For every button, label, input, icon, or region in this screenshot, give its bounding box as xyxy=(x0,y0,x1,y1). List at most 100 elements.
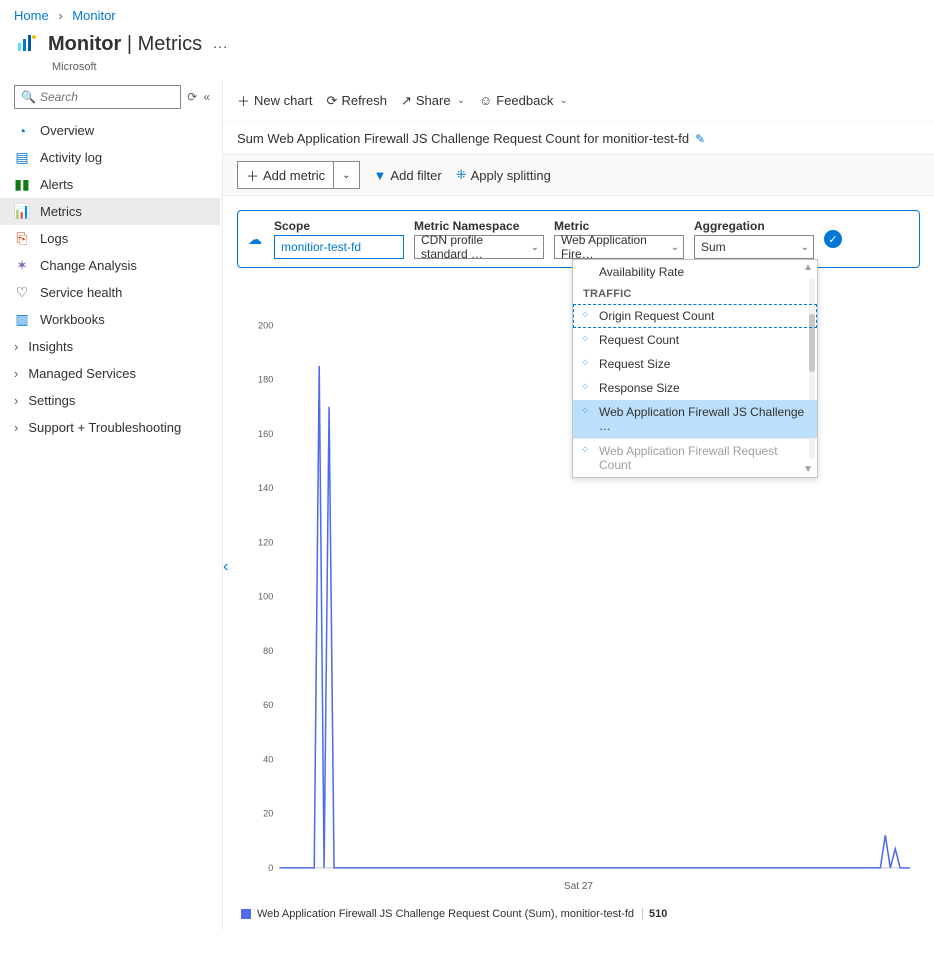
nav-activity-log[interactable]: ▤Activity log xyxy=(0,144,220,171)
x-axis-label: Sat 27 xyxy=(237,881,920,892)
legend-value: 510 xyxy=(642,908,667,920)
change-icon: ✶ xyxy=(14,258,30,274)
metric-opt-request-count[interactable]: ⁘Request Count xyxy=(573,328,817,352)
more-button[interactable]: … xyxy=(212,35,228,53)
confirm-check-icon[interactable]: ✓ xyxy=(824,230,842,248)
nav-insights[interactable]: ›Insights xyxy=(0,333,220,360)
metric-config-bar: ☁ Scope Metric Namespace CDN profile sta… xyxy=(237,210,920,268)
plus-icon: ＋ xyxy=(237,91,250,110)
chevron-down-icon: ⌄ xyxy=(457,95,465,106)
chart-collapse-button[interactable]: ‹ xyxy=(223,558,228,576)
chevron-down-icon: ⌄ xyxy=(531,242,539,253)
search-input[interactable] xyxy=(40,90,174,104)
chevron-down-icon: ⌄ xyxy=(671,242,679,253)
nav-list: ◔Overview ▤Activity log ▮▮Alerts 📊Metric… xyxy=(0,117,220,441)
refresh-button[interactable]: ⟳Refresh xyxy=(327,93,387,109)
svg-text:180: 180 xyxy=(258,375,273,385)
metric-label: Metric xyxy=(554,219,684,233)
pin-icon[interactable]: ⟳ xyxy=(187,90,197,104)
metric-dropdown-panel: ▲ Availability Rate TRAFFIC ⁘Origin Requ… xyxy=(572,259,818,478)
chart-toolbar: ＋New chart ⟳Refresh ↗Share⌄ ☺Feedback⌄ xyxy=(223,81,934,121)
nav-support[interactable]: ›Support + Troubleshooting xyxy=(0,414,220,441)
edit-title-button[interactable]: ✎ xyxy=(695,132,705,146)
plus-icon: ＋ xyxy=(246,166,259,185)
cloud-icon: ☁ xyxy=(248,231,262,248)
title-main: Monitor xyxy=(48,33,121,55)
collapse-icon[interactable]: « xyxy=(203,90,210,104)
refresh-icon: ⟳ xyxy=(327,93,338,109)
add-metric-dropdown[interactable]: ⌄ xyxy=(334,162,358,188)
nav-managed-services[interactable]: ›Managed Services xyxy=(0,360,220,387)
breadcrumb-home[interactable]: Home xyxy=(14,8,49,23)
legend-text: Web Application Firewall JS Challenge Re… xyxy=(257,908,634,920)
legend-swatch xyxy=(241,909,251,919)
scatter-icon: ⁘ xyxy=(581,334,589,345)
breadcrumb-monitor[interactable]: Monitor xyxy=(72,8,115,23)
splitting-icon: ⁜ xyxy=(456,167,467,183)
chart-legend: Web Application Firewall JS Challenge Re… xyxy=(223,908,934,920)
page-title: Monitor | Metrics xyxy=(48,33,202,56)
feedback-button[interactable]: ☺Feedback⌄ xyxy=(479,93,568,108)
chevron-down-icon: ⌄ xyxy=(801,242,809,253)
svg-text:80: 80 xyxy=(263,646,273,656)
scope-label: Scope xyxy=(274,219,404,233)
chevron-right-icon: › xyxy=(14,393,18,408)
chevron-right-icon: › xyxy=(14,339,18,354)
monitor-logo-icon xyxy=(14,31,40,57)
namespace-select[interactable]: CDN profile standard …⌄ xyxy=(414,235,544,259)
svg-text:40: 40 xyxy=(263,754,273,764)
activity-log-icon: ▤ xyxy=(14,150,30,166)
metric-opt-origin-request-count[interactable]: ⁘Origin Request Count xyxy=(573,304,817,328)
svg-text:60: 60 xyxy=(263,700,273,710)
svg-text:100: 100 xyxy=(258,592,273,602)
metric-opt-availability-rate[interactable]: Availability Rate xyxy=(573,260,817,284)
chevron-down-icon: ⌄ xyxy=(559,95,567,106)
svg-text:0: 0 xyxy=(268,863,273,873)
chevron-down-icon: ⌄ xyxy=(342,170,350,181)
main-content: ＋New chart ⟳Refresh ↗Share⌄ ☺Feedback⌄ S… xyxy=(222,81,934,930)
nav-workbooks[interactable]: ▥Workbooks xyxy=(0,306,220,333)
add-metric-split-button[interactable]: ＋Add metric ⌄ xyxy=(237,161,360,189)
scatter-icon: ⁘ xyxy=(581,310,589,321)
nav-change-analysis[interactable]: ✶Change Analysis xyxy=(0,252,220,279)
nav-alerts[interactable]: ▮▮Alerts xyxy=(0,171,220,198)
scope-input[interactable] xyxy=(274,235,404,259)
alerts-icon: ▮▮ xyxy=(14,177,30,193)
aggregation-select[interactable]: Sum⌄ xyxy=(694,235,814,259)
chart-title: Sum Web Application Firewall JS Challeng… xyxy=(237,131,689,146)
metrics-icon: 📊 xyxy=(14,204,30,220)
title-sub: Metrics xyxy=(138,33,202,55)
nav-overview[interactable]: ◔Overview xyxy=(0,117,220,144)
breadcrumb-sep: › xyxy=(58,8,62,23)
metric-opt-response-size[interactable]: ⁘Response Size xyxy=(573,376,817,400)
metric-opt-waf-request-count[interactable]: ⁘Web Application Firewall Request Count xyxy=(573,438,817,477)
svg-text:140: 140 xyxy=(258,483,273,493)
overview-icon: ◔ xyxy=(14,123,30,139)
metric-opt-waf-js-challenge[interactable]: ⁘Web Application Firewall JS Challenge … xyxy=(573,400,817,438)
chevron-right-icon: › xyxy=(14,366,18,381)
metric-opt-request-size[interactable]: ⁘Request Size xyxy=(573,352,817,376)
nav-settings[interactable]: ›Settings xyxy=(0,387,220,414)
apply-splitting-button[interactable]: ⁜Apply splitting xyxy=(456,167,551,183)
sidebar: 🔍 ⟳ « ◔Overview ▤Activity log ▮▮Alerts 📊… xyxy=(0,81,222,930)
scroll-down-icon[interactable]: ▼ xyxy=(803,464,813,475)
page-header: Monitor | Metrics … xyxy=(0,31,934,63)
search-icon: 🔍 xyxy=(21,90,36,104)
org-label: Microsoft xyxy=(0,61,934,73)
add-filter-button[interactable]: ▼Add filter xyxy=(374,168,442,183)
workbooks-icon: ▥ xyxy=(14,312,30,328)
scatter-icon: ⁘ xyxy=(581,445,589,456)
nav-metrics[interactable]: 📊Metrics xyxy=(0,198,220,225)
nav-logs[interactable]: ⎘Logs xyxy=(0,225,220,252)
metric-toolbar: ＋Add metric ⌄ ▼Add filter ⁜Apply splitti… xyxy=(223,154,934,196)
svg-text:120: 120 xyxy=(258,537,273,547)
svg-text:160: 160 xyxy=(258,429,273,439)
nav-service-health[interactable]: ♡Service health xyxy=(0,279,220,306)
svg-text:200: 200 xyxy=(258,320,273,330)
search-box[interactable]: 🔍 xyxy=(14,85,181,109)
smiley-icon: ☺ xyxy=(479,93,492,108)
new-chart-button[interactable]: ＋New chart xyxy=(237,91,313,110)
add-metric-button[interactable]: ＋Add metric xyxy=(238,162,333,188)
metric-select[interactable]: Web Application Fire…⌄ xyxy=(554,235,684,259)
share-button[interactable]: ↗Share⌄ xyxy=(401,93,465,109)
